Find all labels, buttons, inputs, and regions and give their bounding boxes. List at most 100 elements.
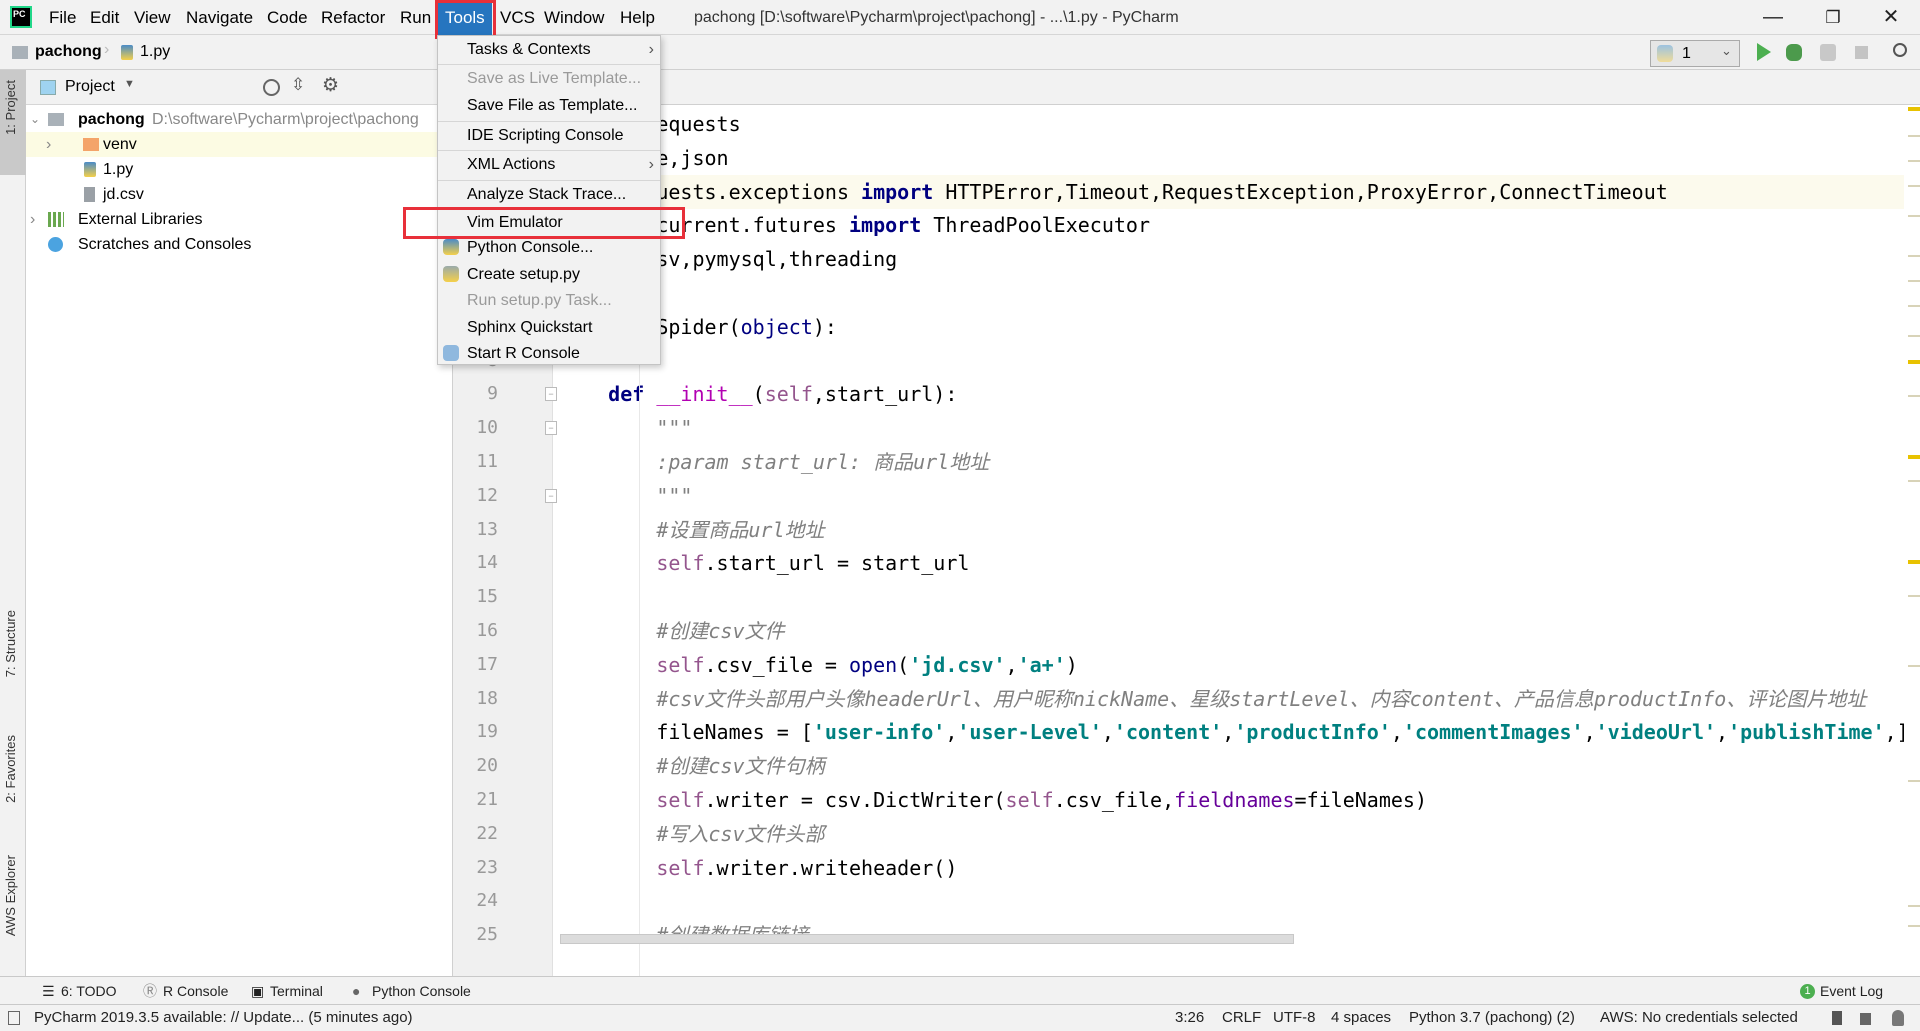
error-stripe-mark[interactable] bbox=[1908, 280, 1920, 282]
code-line[interactable]: #设置商品url地址 bbox=[560, 513, 824, 547]
menu-view[interactable]: View bbox=[130, 0, 175, 35]
edit-icon[interactable] bbox=[1832, 1011, 1842, 1025]
code-line[interactable]: fileNames = ['user-info','user-Level','c… bbox=[560, 715, 1905, 749]
menu-edit[interactable]: Edit bbox=[86, 0, 123, 35]
indent-setting[interactable]: 4 spaces bbox=[1331, 1005, 1391, 1031]
close-button[interactable]: ✕ bbox=[1868, 0, 1914, 35]
code-line[interactable]: self.writer = csv.DictWriter(self.csv_fi… bbox=[560, 783, 1427, 817]
code-line[interactable]: self.start_url = start_url bbox=[560, 546, 969, 580]
error-stripe-mark[interactable] bbox=[1908, 780, 1920, 782]
code-line[interactable]: """ bbox=[560, 479, 692, 513]
fold-marker-icon[interactable]: − bbox=[545, 387, 557, 402]
tree-item-jd-csv[interactable]: jd.csv bbox=[26, 182, 453, 207]
code-line[interactable]: #创建csv文件 bbox=[560, 614, 784, 648]
error-stripe-mark[interactable] bbox=[1908, 925, 1920, 927]
debug-icon[interactable] bbox=[1786, 44, 1802, 61]
code-line[interactable]: """ bbox=[560, 411, 692, 445]
error-stripe-mark[interactable] bbox=[1908, 480, 1920, 482]
tool-tab-structure[interactable]: 7: Structure bbox=[3, 610, 18, 677]
toggle-tool-windows-icon[interactable] bbox=[8, 1011, 20, 1025]
menu-item-tasks-contexts[interactable]: Tasks & Contexts › bbox=[438, 37, 660, 63]
error-stripe-mark[interactable] bbox=[1908, 135, 1920, 137]
error-stripe-mark[interactable] bbox=[1908, 455, 1920, 459]
interpreter-selector[interactable]: Python 3.7 (pachong) (2) bbox=[1409, 1005, 1575, 1031]
error-stripe-mark[interactable] bbox=[1908, 107, 1920, 111]
line-separator[interactable]: CRLF bbox=[1222, 1005, 1261, 1031]
menu-item-sphinx-quickstart[interactable]: Sphinx Quickstart bbox=[438, 315, 660, 341]
error-stripe-mark[interactable] bbox=[1908, 395, 1920, 397]
code-line[interactable]: #写入csv文件头部 bbox=[560, 817, 824, 851]
code-line[interactable]: self.csv_file = open('jd.csv','a+') bbox=[560, 648, 1077, 682]
python-console-tab[interactable]: Python Console bbox=[372, 977, 471, 1005]
code-line[interactable]: #csv文件头部用户头像headerUrl、用户昵称nickName、星级sta… bbox=[560, 682, 1866, 716]
error-stripe-mark[interactable] bbox=[1908, 160, 1920, 162]
tool-tab-favorites[interactable]: 2: Favorites bbox=[3, 735, 18, 803]
menu-refactor[interactable]: Refactor bbox=[317, 0, 389, 35]
project-view-select[interactable]: Project bbox=[65, 78, 115, 96]
menu-navigate[interactable]: Navigate bbox=[182, 0, 257, 35]
tool-tab-aws-explorer[interactable]: AWS Explorer bbox=[3, 855, 18, 936]
r-console-tab[interactable]: R Console bbox=[163, 977, 228, 1005]
menu-vcs[interactable]: VCS bbox=[496, 0, 539, 35]
code-line[interactable]: def __init__(self,start_url): bbox=[560, 377, 957, 411]
error-stripe-mark[interactable] bbox=[1908, 185, 1920, 187]
menu-item-xml-actions[interactable]: XML Actions › bbox=[438, 152, 660, 178]
run-config-select[interactable]: 1 ⌄ bbox=[1650, 40, 1740, 67]
error-stripe-mark[interactable] bbox=[1908, 595, 1920, 597]
error-stripe-mark[interactable] bbox=[1908, 335, 1920, 337]
menu-run[interactable]: Run bbox=[396, 0, 435, 35]
breadcrumb-file[interactable]: 1.py bbox=[140, 43, 170, 61]
gear-icon[interactable]: ⚙ bbox=[322, 74, 339, 97]
run-icon[interactable] bbox=[1757, 43, 1771, 61]
error-stripe-mark[interactable] bbox=[1908, 305, 1920, 307]
collapse-all-icon[interactable]: ⇳ bbox=[291, 75, 305, 95]
menu-item-analyze-stack-trace[interactable]: Analyze Stack Trace... bbox=[438, 182, 660, 208]
breadcrumb-project[interactable]: pachong bbox=[35, 43, 102, 61]
tool-tab-project[interactable]: 1: Project bbox=[3, 80, 18, 135]
code-editor[interactable]: 1234567891011121314151617181920212223242… bbox=[453, 70, 1920, 976]
aws-credentials[interactable]: AWS: No credentials selected bbox=[1600, 1005, 1798, 1031]
horizontal-scrollbar[interactable] bbox=[560, 934, 1294, 944]
tree-item-external-libraries[interactable]: › External Libraries bbox=[26, 207, 453, 232]
chevron-down-icon[interactable]: ▼ bbox=[124, 78, 135, 90]
menu-item-create-setup-py[interactable]: Create setup.py bbox=[438, 262, 660, 288]
error-stripe-mark[interactable] bbox=[1908, 905, 1920, 907]
error-stripe-mark[interactable] bbox=[1908, 255, 1920, 257]
restore-button[interactable]: ❐ bbox=[1810, 0, 1856, 35]
locate-icon[interactable] bbox=[263, 79, 280, 96]
error-stripe-mark[interactable] bbox=[1908, 360, 1920, 364]
run-with-coverage-icon[interactable] bbox=[1820, 44, 1836, 61]
menu-help[interactable]: Help bbox=[616, 0, 659, 35]
terminal-tab[interactable]: Terminal bbox=[270, 977, 323, 1005]
code-line[interactable]: :param start_url: 商品url地址 bbox=[560, 445, 989, 479]
stop-icon[interactable] bbox=[1855, 46, 1868, 59]
file-encoding[interactable]: UTF-8 bbox=[1273, 1005, 1316, 1031]
code-line[interactable]: #创建csv文件句柄 bbox=[560, 749, 824, 783]
inspector-icon[interactable] bbox=[1892, 1010, 1904, 1026]
caret-position[interactable]: 3:26 bbox=[1175, 1005, 1204, 1031]
error-stripe-mark[interactable] bbox=[1908, 215, 1920, 217]
error-stripe-mark[interactable] bbox=[1908, 560, 1920, 564]
lock-icon[interactable] bbox=[1860, 1013, 1871, 1025]
tree-item-pachong[interactable]: ⌄ pachong D:\software\Pycharm\project\pa… bbox=[26, 107, 453, 132]
menu-item-save-file-as-template[interactable]: Save File as Template... bbox=[438, 93, 660, 119]
tree-item-1py[interactable]: 1.py bbox=[26, 157, 453, 182]
minimize-button[interactable]: — bbox=[1750, 0, 1796, 35]
code-area[interactable]: equests e,json uests.exceptions import H… bbox=[560, 105, 1905, 976]
code-line[interactable]: uests.exceptions import HTTPError,Timeou… bbox=[560, 174, 1905, 209]
error-stripe-mark[interactable] bbox=[1908, 665, 1920, 667]
menu-file[interactable]: File bbox=[45, 0, 80, 35]
event-log-tab[interactable]: Event Log bbox=[1820, 977, 1883, 1005]
tree-item-scratches[interactable]: Scratches and Consoles bbox=[26, 232, 453, 257]
menu-window[interactable]: Window bbox=[540, 0, 608, 35]
menu-item-start-r-console[interactable]: Start R Console bbox=[438, 341, 660, 367]
search-icon[interactable] bbox=[1893, 43, 1907, 57]
menu-code[interactable]: Code bbox=[263, 0, 312, 35]
code-line[interactable]: self.writer.writeheader() bbox=[560, 851, 957, 885]
status-message[interactable]: PyCharm 2019.3.5 available: // Update...… bbox=[34, 1005, 413, 1031]
tree-item-venv[interactable]: › venv bbox=[26, 132, 453, 157]
error-stripe[interactable] bbox=[1904, 105, 1920, 976]
todo-tab[interactable]: 6: TODO bbox=[61, 977, 117, 1005]
fold-marker-icon[interactable]: − bbox=[545, 488, 557, 503]
fold-marker-icon[interactable]: − bbox=[545, 421, 557, 436]
